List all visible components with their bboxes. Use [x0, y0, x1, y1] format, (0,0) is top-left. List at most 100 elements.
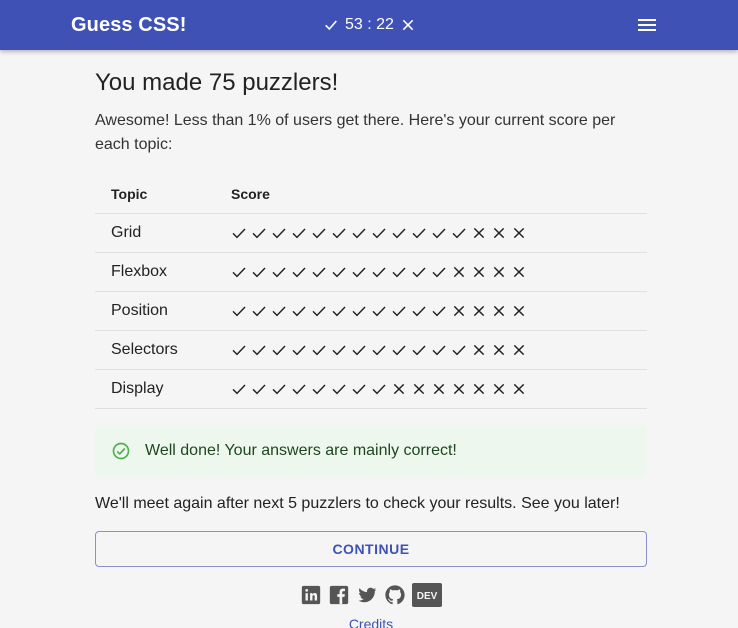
check-icon — [372, 383, 386, 394]
check-icon — [252, 383, 266, 394]
check-icon — [452, 227, 466, 238]
check-icon — [312, 227, 326, 238]
cross-icon — [493, 344, 505, 355]
check-icon — [332, 305, 346, 316]
facebook-icon[interactable] — [328, 584, 350, 606]
continue-button[interactable]: CONTINUE — [95, 530, 647, 567]
table-row: Display — [95, 369, 647, 409]
check-icon — [372, 305, 386, 316]
app-bar: Guess CSS! 53 : 22 — [0, 0, 738, 50]
check-icon — [412, 227, 426, 238]
check-icon — [252, 266, 266, 277]
check-icon — [312, 344, 326, 355]
topic-score — [231, 213, 647, 253]
check-icon — [232, 266, 246, 277]
main-content: You made 75 puzzlers! Awesome! Less than… — [95, 50, 647, 628]
column-header-topic: Topic — [95, 176, 231, 214]
cross-icon — [473, 227, 485, 238]
cross-icon — [453, 305, 465, 316]
topic-name: Display — [95, 369, 231, 409]
cross-icon — [513, 266, 525, 277]
check-icon — [252, 227, 266, 238]
score-stats: 53 : 22 — [323, 16, 416, 34]
cross-icon — [513, 344, 525, 355]
dev-icon[interactable]: DEV — [412, 582, 442, 607]
menu-icon — [638, 19, 656, 21]
check-icon — [292, 305, 306, 316]
check-icon — [392, 305, 406, 316]
alert-message: Well done! Your answers are mainly corre… — [145, 441, 457, 459]
check-icon — [272, 266, 286, 277]
check-icon — [232, 305, 246, 316]
score-table: Topic Score Grid Flexbox Position Selectors… — [95, 176, 647, 409]
check-icon — [332, 383, 346, 394]
topic-name: Grid — [95, 213, 231, 253]
topic-score — [231, 291, 647, 331]
menu-button[interactable] — [636, 16, 658, 34]
check-icon — [332, 227, 346, 238]
linkedin-icon[interactable] — [300, 584, 322, 606]
svg-text:DEV: DEV — [417, 591, 438, 602]
check-icon — [325, 20, 337, 31]
table-row: Position — [95, 291, 647, 331]
check-icon — [352, 305, 366, 316]
check-icon — [372, 266, 386, 277]
twitter-icon[interactable] — [356, 584, 378, 606]
cross-icon — [473, 383, 485, 394]
check-icon — [272, 344, 286, 355]
github-icon[interactable] — [384, 584, 406, 606]
cross-icon — [493, 266, 505, 277]
check-icon — [372, 344, 386, 355]
check-icon — [272, 305, 286, 316]
cross-icon — [453, 266, 465, 277]
cross-icon — [413, 383, 425, 394]
cross-icon — [493, 383, 505, 394]
cross-icon — [453, 383, 465, 394]
check-icon — [372, 227, 386, 238]
check-icon — [412, 305, 426, 316]
check-icon — [412, 344, 426, 355]
check-icon — [292, 383, 306, 394]
check-icon — [432, 227, 446, 238]
cross-icon — [513, 305, 525, 316]
check-icon — [232, 227, 246, 238]
cross-icon — [433, 383, 445, 394]
check-icon — [432, 344, 446, 355]
check-icon — [352, 227, 366, 238]
cross-icon — [493, 305, 505, 316]
check-icon — [312, 383, 326, 394]
intro-text: Awesome! Less than 1% of users get there… — [95, 112, 616, 153]
cross-icon — [493, 227, 505, 238]
social-links: DEV — [95, 582, 647, 607]
check-icon — [352, 266, 366, 277]
topic-score — [231, 330, 647, 370]
table-row: Grid — [95, 213, 647, 253]
check-icon — [452, 344, 466, 355]
credits-link[interactable]: Credits — [95, 616, 647, 628]
check-icon — [312, 266, 326, 277]
check-icon — [272, 383, 286, 394]
check-icon — [292, 266, 306, 277]
check-icon — [432, 305, 446, 316]
check-icon — [352, 344, 366, 355]
check-icon — [292, 227, 306, 238]
table-row: Selectors — [95, 330, 647, 370]
check-icon — [252, 305, 266, 316]
cross-icon — [473, 344, 485, 355]
check-icon — [392, 266, 406, 277]
check-icon — [252, 344, 266, 355]
check-icon — [272, 227, 286, 238]
app-title: Guess CSS! — [71, 14, 187, 36]
table-header-row: Topic Score — [95, 176, 647, 214]
score-counter: 53 : 22 — [345, 16, 394, 33]
check-icon — [352, 383, 366, 394]
table-row: Flexbox — [95, 252, 647, 292]
check-icon — [412, 266, 426, 277]
check-icon — [232, 344, 246, 355]
outro-text: We'll meet again after next 5 puzzlers t… — [95, 494, 620, 512]
cross-icon — [513, 383, 525, 394]
page-title: You made 75 puzzlers! — [95, 69, 339, 96]
cross-icon — [473, 305, 485, 316]
cross-icon — [393, 383, 405, 394]
check-circle-icon — [112, 442, 130, 459]
